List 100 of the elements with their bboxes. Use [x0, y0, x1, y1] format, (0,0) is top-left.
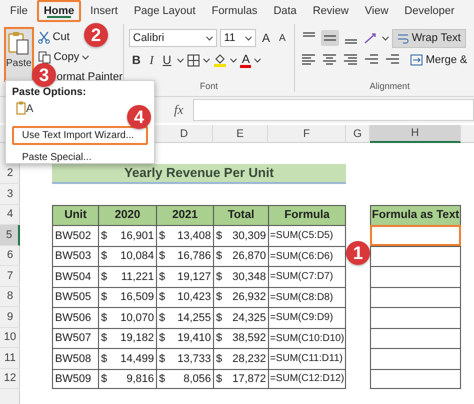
amount-value: 16,786	[177, 250, 211, 262]
fill-color-icon[interactable]	[213, 53, 228, 67]
row-header[interactable]: 11	[0, 348, 20, 368]
ribbon-tab[interactable]: Insert	[83, 0, 125, 22]
italic-button[interactable]: I	[146, 52, 157, 68]
font-color-button[interactable]: A	[240, 52, 252, 68]
merge-icon[interactable]	[410, 54, 423, 66]
amount-value: 10,070	[120, 312, 154, 324]
row-header[interactable]: 7	[0, 266, 20, 286]
currency-symbol: $	[159, 270, 166, 283]
caret-icon[interactable]	[82, 54, 90, 60]
amount-value: 10,423	[177, 291, 211, 304]
table-cell: =SUM(C8:D8)	[268, 286, 346, 307]
currency-symbol: $	[159, 230, 166, 242]
wrap-text-button[interactable]: Wrap Text	[392, 28, 466, 48]
column-heading: Unit	[52, 204, 98, 225]
currency-symbol: $	[159, 250, 166, 262]
table-cell: =SUM(C5:D5)	[268, 225, 346, 246]
table-cell[interactable]	[370, 328, 461, 348]
row-header[interactable]: 3	[0, 184, 20, 204]
table-cell: =SUM(C9:D9)	[268, 307, 346, 328]
caret-icon[interactable]	[245, 36, 252, 40]
paste-button[interactable]: Paste	[4, 27, 34, 82]
currency-symbol: $	[216, 352, 222, 365]
format-painter-label[interactable]: ormat Painter	[56, 71, 123, 83]
insert-function-button[interactable]: fx	[170, 102, 188, 118]
amount-value: 16,901	[120, 230, 154, 242]
row-header[interactable]: 10	[0, 328, 20, 348]
currency-symbol: $	[159, 332, 166, 344]
currency-symbol: $	[216, 332, 222, 344]
column-heading: Formula as Text	[370, 204, 461, 225]
cut-icon[interactable]	[38, 30, 50, 44]
column-header[interactable]: D	[156, 125, 213, 143]
font-size-field[interactable]: 11	[220, 29, 256, 47]
menu-heading: Paste Options:	[12, 86, 88, 98]
currency-symbol: $	[101, 270, 108, 283]
step-badge: 1	[346, 241, 370, 265]
row-header[interactable]: 6	[0, 246, 20, 266]
ribbon-tab[interactable]: Formulas	[204, 0, 264, 22]
table-cell[interactable]	[370, 307, 461, 328]
amount-value: 26,932	[232, 291, 266, 304]
currency-symbol: $	[159, 291, 166, 304]
amount-value: 19,410	[177, 332, 211, 344]
amount-value: 19,127	[177, 270, 211, 283]
table-cell: BW503	[52, 246, 98, 266]
table-cell[interactable]	[370, 225, 461, 246]
currency-symbol: $	[216, 230, 222, 242]
caret-icon[interactable]	[382, 36, 389, 40]
amount-value: 13,733	[177, 352, 211, 365]
group-label: Font	[198, 81, 219, 92]
grow-font-button[interactable]: A	[259, 31, 274, 45]
caret-icon[interactable]	[254, 58, 262, 62]
caret-icon[interactable]	[203, 58, 210, 62]
copy-icon[interactable]	[38, 50, 51, 64]
ribbon-tab[interactable]: Developer	[397, 0, 462, 22]
copy-label[interactable]: Copy	[54, 51, 80, 63]
keep-text-only-button[interactable]: A	[16, 101, 38, 115]
column-header[interactable]: H	[370, 125, 461, 143]
caret-icon[interactable]	[206, 36, 213, 40]
row-header[interactable]: 8	[0, 286, 20, 307]
table-cell: BW506	[52, 307, 98, 328]
currency-symbol: $	[101, 291, 108, 304]
clipboard-icon[interactable]	[16, 101, 26, 115]
table-cell[interactable]	[370, 348, 461, 368]
table-cell[interactable]	[370, 266, 461, 286]
currency-symbol: $	[216, 270, 222, 283]
table-cell[interactable]	[370, 246, 461, 266]
caret-icon[interactable]	[230, 58, 238, 62]
currency-symbol: $	[159, 372, 166, 385]
table-cell[interactable]	[370, 368, 461, 389]
underline-button[interactable]: U	[160, 53, 174, 67]
ribbon-tab[interactable]: View	[358, 0, 396, 22]
table-cell: BW502	[52, 225, 98, 246]
wrap-text-icon[interactable]	[396, 32, 409, 44]
font-name-field[interactable]: Calibri	[129, 29, 217, 47]
ribbon-tab[interactable]: File	[3, 0, 35, 22]
row-header[interactable]: 5	[0, 225, 20, 246]
bold-button[interactable]: B	[129, 53, 144, 67]
ribbon-tab[interactable]: Page Layout	[126, 0, 203, 22]
caret-icon[interactable]	[177, 58, 184, 62]
cut-label[interactable]: Cut	[52, 31, 70, 43]
shrink-font-button[interactable]: A	[276, 32, 289, 44]
borders-icon[interactable]	[187, 54, 200, 66]
amount-value: 14,255	[177, 312, 211, 324]
currency-symbol: $	[216, 291, 222, 304]
ribbon-tab[interactable]: Review	[306, 0, 356, 22]
ribbon-tab[interactable]: Home	[36, 0, 82, 22]
merge-button[interactable]: Merge &	[404, 50, 472, 70]
row-header[interactable]: 9	[0, 307, 20, 328]
amount-value: 38,592	[232, 332, 266, 344]
column-heading: 2020	[98, 204, 156, 225]
clipboard-icon[interactable]	[8, 31, 30, 55]
align-icon[interactable]	[320, 30, 339, 46]
column-header[interactable]: F	[268, 125, 346, 143]
table-cell[interactable]	[370, 286, 461, 307]
column-header[interactable]: E	[213, 125, 268, 143]
ribbon-tab[interactable]: Data	[266, 0, 304, 22]
row-header[interactable]: 12	[0, 368, 20, 389]
amount-value: 30,348	[232, 270, 266, 283]
formula-field[interactable]	[193, 99, 474, 121]
